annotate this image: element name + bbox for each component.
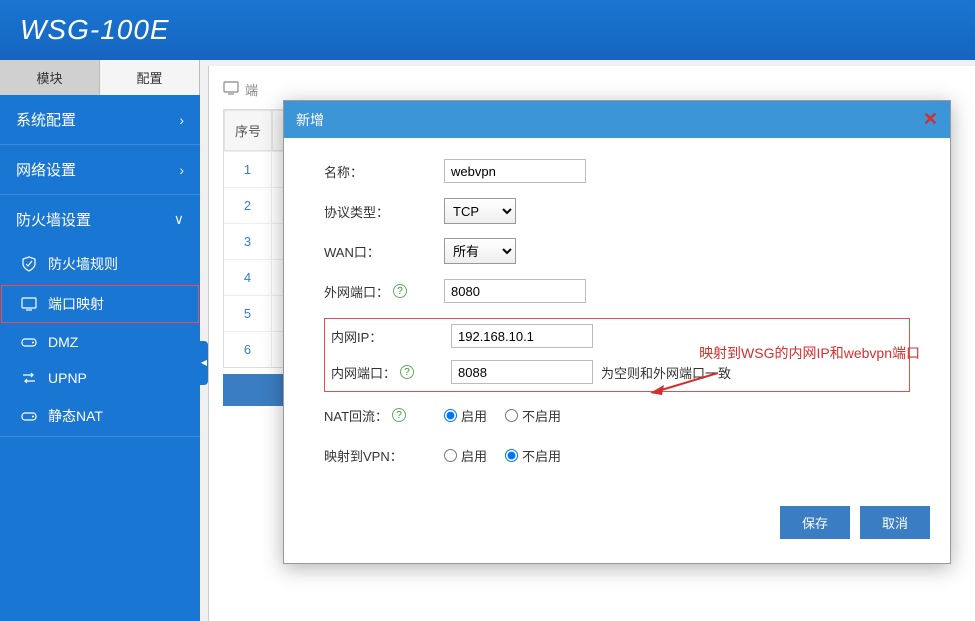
save-button[interactable]: 保存 bbox=[780, 506, 850, 539]
row-ext-port: 外网端口： ? bbox=[324, 278, 910, 304]
nav-item-dmz[interactable]: DMZ bbox=[0, 324, 200, 360]
drive-icon bbox=[20, 409, 38, 423]
sidebar-tabs: 模块 配置 bbox=[0, 60, 200, 95]
chevron-right-icon: › bbox=[179, 112, 184, 128]
dialog-header: 新增 ✕ bbox=[284, 101, 950, 138]
row-name: 名称： bbox=[324, 158, 910, 184]
label-wan: WAN口： bbox=[324, 242, 444, 261]
row-vpn: 映射到VPN： 启用 不启用 bbox=[324, 442, 910, 468]
drive-icon bbox=[20, 335, 38, 349]
tab-config[interactable]: 配置 bbox=[100, 60, 200, 95]
row-protocol: 协议类型： TCP bbox=[324, 198, 910, 224]
tab-module[interactable]: 模块 bbox=[0, 60, 100, 95]
nav-item-firewall-rules[interactable]: 防火墙规则 bbox=[0, 244, 200, 284]
select-wan[interactable]: 所有 bbox=[444, 238, 516, 264]
sidebar-collapse-handle[interactable] bbox=[200, 341, 208, 385]
label-protocol: 协议类型： bbox=[324, 202, 444, 221]
nav-header-system[interactable]: 系统配置 › bbox=[0, 95, 200, 144]
nav-item-label: DMZ bbox=[48, 334, 78, 350]
select-protocol[interactable]: TCP bbox=[444, 198, 516, 224]
nav-section-system: 系统配置 › bbox=[0, 95, 200, 145]
label-vpn: 映射到VPN： bbox=[324, 446, 444, 465]
app-title: WSG-100E bbox=[20, 14, 170, 46]
nav-item-label: 防火墙规则 bbox=[48, 254, 118, 274]
screen-icon bbox=[20, 297, 38, 311]
label-name: 名称： bbox=[324, 162, 444, 181]
row-nat-loop: NAT回流： ? 启用 不启用 bbox=[324, 402, 910, 428]
screen-icon bbox=[223, 81, 239, 98]
add-dialog: 新增 ✕ 名称： 协议类型： TCP WAN口： 所有 外网端口： ? bbox=[283, 100, 951, 564]
table-header-seq: 序号 bbox=[224, 110, 272, 151]
radio-vpn-disable[interactable]: 不启用 bbox=[505, 446, 561, 465]
label-int-port: 内网端口： ? bbox=[331, 363, 451, 382]
cancel-button[interactable]: 取消 bbox=[860, 506, 930, 539]
nav-item-static-nat[interactable]: 静态NAT bbox=[0, 396, 200, 436]
hint-int-port: 为空则和外网端口一致 bbox=[601, 363, 731, 382]
radio-vpn-enable[interactable]: 启用 bbox=[444, 446, 487, 465]
help-icon[interactable]: ? bbox=[393, 284, 407, 298]
nav-label: 系统配置 bbox=[16, 109, 76, 130]
cell-seq: 6 bbox=[224, 332, 272, 367]
help-icon[interactable]: ? bbox=[392, 408, 406, 422]
app-header: WSG-100E bbox=[0, 0, 975, 60]
swap-icon bbox=[20, 371, 38, 385]
label-nat-loop: NAT回流： ? bbox=[324, 406, 444, 425]
input-int-ip[interactable] bbox=[451, 324, 593, 348]
row-int-ip: 内网IP： bbox=[331, 323, 903, 349]
nav-section-network: 网络设置 › bbox=[0, 145, 200, 195]
cell-seq: 5 bbox=[224, 296, 272, 331]
nav-item-upnp[interactable]: UPNP bbox=[0, 360, 200, 396]
sidebar: 模块 配置 系统配置 › 网络设置 › 防火墙设置 ∨ bbox=[0, 60, 200, 621]
row-wan: WAN口： 所有 bbox=[324, 238, 910, 264]
cell-seq: 3 bbox=[224, 224, 272, 259]
row-int-port: 内网端口： ? 为空则和外网端口一致 bbox=[331, 359, 903, 385]
input-ext-port[interactable] bbox=[444, 279, 586, 303]
dialog-title: 新增 bbox=[296, 110, 324, 130]
nav-item-port-mapping[interactable]: 端口映射 bbox=[0, 284, 200, 324]
input-name[interactable] bbox=[444, 159, 586, 183]
nav-header-network[interactable]: 网络设置 › bbox=[0, 145, 200, 194]
nav-label: 防火墙设置 bbox=[16, 209, 91, 230]
cell-seq: 1 bbox=[224, 152, 272, 187]
nav-item-label: 静态NAT bbox=[48, 406, 103, 426]
nav-section-firewall: 防火墙设置 ∨ 防火墙规则 端口映射 DMZ bbox=[0, 195, 200, 437]
breadcrumb-text: 端 bbox=[245, 80, 258, 99]
highlighted-group: 内网IP： 内网端口： ? 为空则和外网端口一致 bbox=[324, 318, 910, 392]
radio-group-vpn: 启用 不启用 bbox=[444, 446, 561, 465]
radio-nat-disable[interactable]: 不启用 bbox=[505, 406, 561, 425]
chevron-right-icon: › bbox=[179, 162, 184, 178]
dialog-body: 名称： 协议类型： TCP WAN口： 所有 外网端口： ? 内网IP： bbox=[284, 138, 950, 492]
nav-item-label: UPNP bbox=[48, 370, 87, 386]
shield-icon bbox=[20, 257, 38, 271]
dialog-footer: 保存 取消 bbox=[284, 492, 950, 563]
cell-seq: 2 bbox=[224, 188, 272, 223]
nav-header-firewall[interactable]: 防火墙设置 ∨ bbox=[0, 195, 200, 244]
cell-seq: 4 bbox=[224, 260, 272, 295]
nav-label: 网络设置 bbox=[16, 159, 76, 180]
radio-nat-enable[interactable]: 启用 bbox=[444, 406, 487, 425]
label-ext-port: 外网端口： ? bbox=[324, 282, 444, 301]
input-int-port[interactable] bbox=[451, 360, 593, 384]
chevron-down-icon: ∨ bbox=[174, 211, 184, 228]
close-icon[interactable]: ✕ bbox=[923, 109, 938, 130]
help-icon[interactable]: ? bbox=[400, 365, 414, 379]
nav-item-label: 端口映射 bbox=[48, 294, 104, 314]
label-int-ip: 内网IP： bbox=[331, 327, 451, 346]
radio-group-nat: 启用 不启用 bbox=[444, 406, 561, 425]
